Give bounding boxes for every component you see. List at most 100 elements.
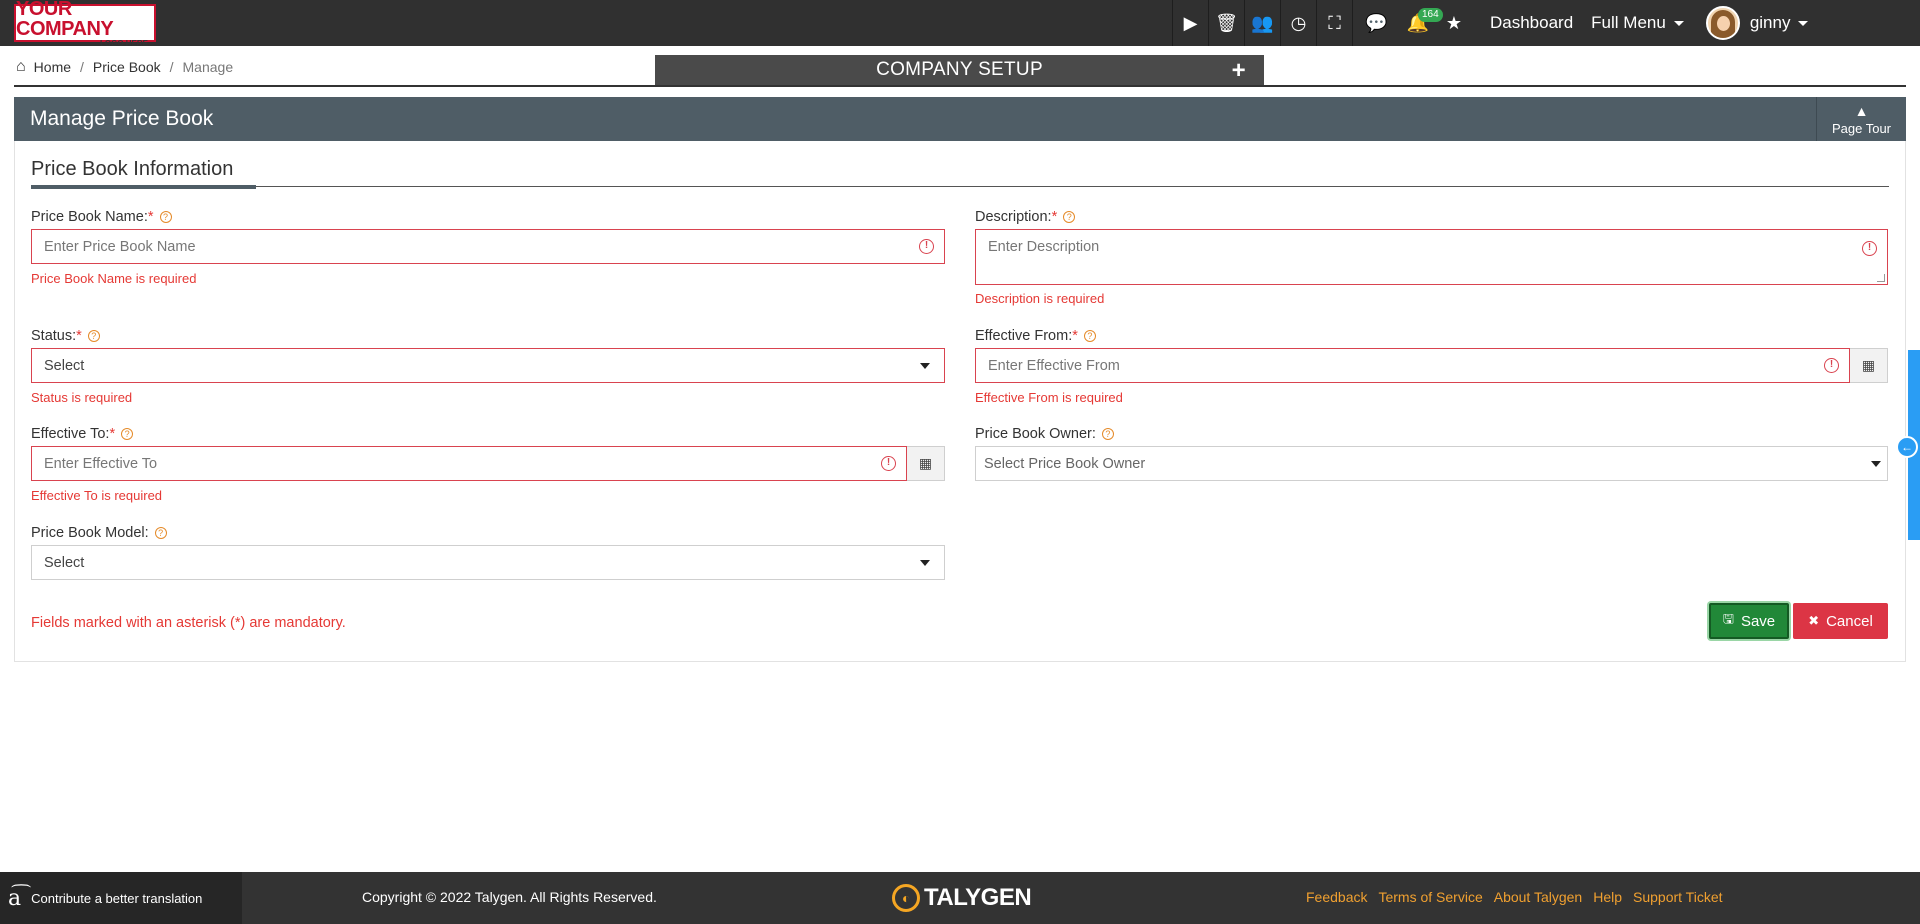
label-text: Price Book Owner: xyxy=(975,426,1096,442)
price-book-name-input[interactable]: Enter Price Book Name! xyxy=(31,229,945,264)
help-icon[interactable]: ? xyxy=(121,428,134,440)
status-label: Status:*? xyxy=(31,328,100,344)
label-text: Effective To: xyxy=(31,426,110,442)
price-book-owner-label: Price Book Owner:? xyxy=(975,426,1114,442)
company-logo[interactable]: YOUR COMPANY LOGO HERE xyxy=(14,0,156,47)
floppy-icon: 🖫 xyxy=(1722,611,1734,626)
label-text: Price Book Name: xyxy=(31,209,148,225)
price-book-name-error: Price Book Name is required xyxy=(31,271,197,286)
logo-line2: LOGO HERE xyxy=(99,38,148,48)
panel-header: Manage Price Book ▲ Page Tour xyxy=(14,97,1906,141)
price-book-owner-select[interactable]: Select Price Book Owner xyxy=(975,446,1888,481)
page-title: Manage Price Book xyxy=(30,107,214,130)
required-mark: * xyxy=(1051,209,1058,225)
help-icon[interactable]: ? xyxy=(1101,428,1114,440)
breadcrumb-separator: / xyxy=(169,59,174,75)
effective-to-input[interactable]: Enter Effective To! xyxy=(31,446,907,481)
description-textarea[interactable]: Enter Description! xyxy=(975,229,1888,285)
breadcrumb-divider xyxy=(14,85,1906,87)
effective-to-error: Effective To is required xyxy=(31,488,163,503)
avatar[interactable] xyxy=(1705,6,1740,40)
price-book-name-label: Price Book Name:*? xyxy=(31,209,172,225)
price-book-model-select[interactable]: Select xyxy=(31,545,945,580)
select-value: Select Price Book Owner xyxy=(984,455,1146,472)
translate-icon: a͡ xyxy=(8,885,22,911)
status-error: Status is required xyxy=(31,390,133,405)
user-menu[interactable]: ginny xyxy=(1750,13,1809,33)
placeholder: Enter Effective From xyxy=(988,357,1120,374)
fullscreen-icon[interactable]: ⛶ xyxy=(1316,0,1352,46)
chevron-down-icon xyxy=(1798,20,1809,26)
resize-handle[interactable] xyxy=(1877,274,1885,282)
calendar-icon[interactable]: ▦ xyxy=(907,446,945,481)
footer-link-help[interactable]: Help xyxy=(1593,889,1622,905)
page-tour-button[interactable]: ▲ Page Tour xyxy=(1816,97,1906,141)
save-button[interactable]: 🖫 Save xyxy=(1709,603,1789,639)
error-icon: ! xyxy=(919,238,934,254)
label-text: Status: xyxy=(31,328,77,344)
effective-from-error: Effective From is required xyxy=(975,390,1123,405)
placeholder: Enter Price Book Name xyxy=(44,238,196,255)
help-icon[interactable]: ? xyxy=(159,211,172,223)
cancel-label: Cancel xyxy=(1826,612,1873,630)
label-text: Description: xyxy=(975,209,1052,225)
caret-down-icon xyxy=(920,559,930,566)
required-mark: * xyxy=(1072,328,1078,344)
star-icon[interactable]: ★ xyxy=(1436,0,1472,46)
select-value: Select xyxy=(44,357,85,374)
play-icon[interactable]: ▶ xyxy=(1172,0,1208,46)
user-name: ginny xyxy=(1749,13,1791,32)
top-icons: ▶ 🗑 👥 ◷ ⛶ 💬 🔔 164 ★ Dashboard Full Menu g… xyxy=(1172,0,1809,46)
dashboard-link[interactable]: Dashboard xyxy=(1490,13,1573,33)
page-tour-label: Page Tour xyxy=(1831,120,1892,136)
label-text: Price Book Model: xyxy=(31,525,149,541)
arrow-left-icon[interactable]: ← xyxy=(1896,436,1918,458)
effective-to-label: Effective To:*? xyxy=(31,426,134,442)
effective-from-label: Effective From:*? xyxy=(975,328,1096,344)
company-setup-bar[interactable]: COMPANY SETUP + xyxy=(655,55,1264,85)
placeholder: Enter Description xyxy=(988,239,1100,255)
breadcrumb-home[interactable]: Home xyxy=(34,59,71,75)
select-value: Select xyxy=(44,554,85,571)
effective-from-input[interactable]: Enter Effective From! xyxy=(975,348,1850,383)
required-mark: * xyxy=(147,209,154,225)
error-icon: ! xyxy=(1862,241,1877,256)
road-icon: ▲ xyxy=(1854,102,1869,119)
trash-icon[interactable]: 🗑 xyxy=(1208,0,1244,46)
help-icon[interactable]: ? xyxy=(1083,330,1096,342)
help-icon[interactable]: ? xyxy=(1063,211,1076,223)
footer-link-support[interactable]: Support Ticket xyxy=(1633,889,1723,905)
footer-link-about[interactable]: About Talygen xyxy=(1494,889,1582,905)
footer-link-feedback[interactable]: Feedback xyxy=(1306,889,1367,905)
cancel-button[interactable]: ✖ Cancel xyxy=(1793,603,1888,639)
section-underline xyxy=(31,185,256,189)
breadcrumb-price-book[interactable]: Price Book xyxy=(93,59,161,75)
talygen-logo-icon: ◐ xyxy=(892,884,920,912)
top-navbar: YOUR COMPANY LOGO HERE ▶ 🗑 👥 ◷ ⛶ 💬 🔔 164 … xyxy=(0,0,1920,47)
error-icon: ! xyxy=(1824,357,1839,373)
help-icon[interactable]: ? xyxy=(154,527,167,539)
talygen-logo: ◐ TALYGEN xyxy=(892,884,1032,912)
breadcrumb-current: Manage xyxy=(182,59,234,75)
company-setup-label: COMPANY SETUP xyxy=(876,59,1043,80)
help-icon[interactable]: ? xyxy=(87,330,100,342)
copyright-text: Copyright © 2022 Talygen. All Rights Res… xyxy=(362,889,657,905)
panel-body xyxy=(14,141,1906,662)
caret-down-icon xyxy=(1871,460,1881,467)
caret-down-icon xyxy=(920,362,930,369)
footer-link-terms[interactable]: Terms of Service xyxy=(1378,889,1482,905)
chevron-down-icon xyxy=(1673,20,1684,26)
full-menu-dropdown[interactable]: Full Menu xyxy=(1591,13,1684,33)
translate-button[interactable]: a͡ Contribute a better translation xyxy=(0,872,242,924)
status-select[interactable]: Select xyxy=(31,348,945,383)
bell-icon[interactable]: 🔔 164 xyxy=(1400,0,1443,46)
chat-icon[interactable]: 💬 xyxy=(1352,0,1400,46)
required-mark: * xyxy=(76,328,82,344)
label-text: Effective From: xyxy=(975,328,1073,344)
error-icon: ! xyxy=(881,455,896,471)
team-icon[interactable]: 👥 xyxy=(1244,0,1280,46)
clock-icon[interactable]: ◷ xyxy=(1280,0,1316,46)
calendar-icon[interactable]: ▦ xyxy=(1850,348,1888,383)
plus-icon[interactable]: + xyxy=(1232,57,1246,85)
footer: a͡ Contribute a better translation Copyr… xyxy=(0,872,1920,924)
